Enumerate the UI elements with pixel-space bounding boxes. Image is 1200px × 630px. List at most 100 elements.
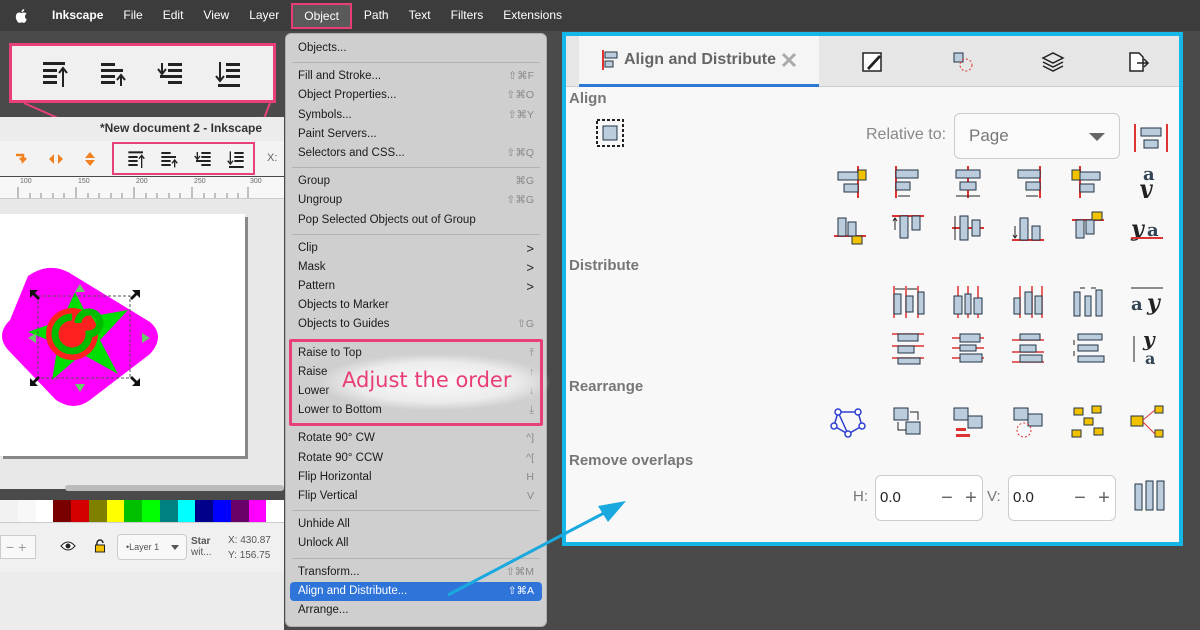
align-left-to-right-icon[interactable]: [1070, 164, 1106, 200]
menu-item-objects-to-guides[interactable]: Objects to Guides ⇧G: [286, 315, 546, 334]
distribute-gaps-vertically-icon[interactable]: [1070, 330, 1106, 366]
rotate-icon[interactable]: [13, 151, 29, 167]
palette-swatch[interactable]: [53, 500, 71, 522]
palette-swatch[interactable]: [71, 500, 89, 522]
distribute-baselines-horizontally-icon[interactable]: ay: [1129, 284, 1165, 320]
palette-swatch[interactable]: [142, 500, 160, 522]
menu-item-align-and-distribute[interactable]: Align and Distribute... ⇧⌘A: [290, 581, 542, 601]
eye-icon[interactable]: [60, 540, 76, 552]
menu-item-object-properties[interactable]: Object Properties... ⇧⌘O: [286, 86, 546, 105]
exchange-z-order-icon[interactable]: [950, 404, 986, 440]
menu-item-unlock-all[interactable]: Unlock All: [286, 534, 546, 553]
menu-item-objects-to-marker[interactable]: Objects to Marker: [286, 296, 546, 315]
align-bottom-to-top-icon[interactable]: [832, 210, 868, 246]
menu-item-pattern[interactable]: Pattern >: [286, 277, 546, 296]
layer-stepper[interactable]: − +: [0, 535, 36, 559]
v-gap-spinbox[interactable]: 0.0 − +: [1008, 475, 1116, 521]
remove-overlaps-icon[interactable]: [1132, 478, 1168, 514]
palette-swatch[interactable]: [159, 500, 178, 522]
palette-swatch[interactable]: [213, 500, 231, 522]
menu-item-unhide-all[interactable]: Unhide All: [286, 515, 546, 534]
align-right-edges-icon[interactable]: [1010, 164, 1046, 200]
close-icon[interactable]: [780, 51, 798, 69]
menu-item-selectors-and-css[interactable]: Selectors and CSS... ⇧⌘Q: [286, 144, 546, 163]
lock-icon[interactable]: [94, 539, 106, 553]
align-top-to-bottom-icon[interactable]: [1070, 210, 1106, 246]
align-baseline-horizontal-icon[interactable]: ya: [1129, 210, 1165, 246]
menu-item-fill-and-stroke[interactable]: Fill and Stroke... ⇧⌘F: [286, 67, 546, 86]
align-right-to-left-icon[interactable]: [832, 164, 868, 200]
align-baseline-vertical-icon[interactable]: ay: [1129, 162, 1165, 198]
menu-path[interactable]: Path: [354, 0, 399, 31]
menu-item-ungroup[interactable]: Ungroup ⇧⌘G: [286, 191, 546, 210]
tab-fill-stroke[interactable]: [828, 36, 918, 87]
relative-to-select[interactable]: Page: [954, 113, 1120, 159]
menu-extensions[interactable]: Extensions: [493, 0, 572, 31]
menu-item-flip-vertical[interactable]: Flip Vertical V: [286, 487, 546, 506]
unclump-icon[interactable]: [1129, 404, 1165, 440]
distribute-left-edges-icon[interactable]: [890, 284, 926, 320]
palette-swatch[interactable]: [17, 500, 36, 522]
palette-swatch[interactable]: [177, 500, 196, 522]
horizontal-scrollbar[interactable]: [65, 485, 284, 491]
menu-text[interactable]: Text: [399, 0, 441, 31]
palette-swatch[interactable]: [248, 500, 267, 522]
h-gap-spinbox[interactable]: 0.0 − +: [875, 475, 983, 521]
distribute-top-edges-icon[interactable]: [890, 330, 926, 366]
menu-item-symbols[interactable]: Symbols... ⇧⌘Y: [286, 106, 546, 125]
selected-artwork[interactable]: [0, 262, 170, 412]
menu-item-group[interactable]: Group ⌘G: [286, 172, 546, 191]
menu-item-objects[interactable]: Objects...: [286, 39, 546, 58]
menu-item-arrange[interactable]: Arrange...: [286, 601, 546, 620]
menu-item-pop-selected-objects-out-of-group[interactable]: Pop Selected Objects out of Group: [286, 211, 546, 230]
distribute-right-edges-icon[interactable]: [1010, 284, 1046, 320]
menu-object[interactable]: Object: [291, 2, 352, 29]
plus-icon[interactable]: +: [960, 476, 982, 520]
palette-swatch[interactable]: [124, 500, 142, 522]
palette-swatch[interactable]: [88, 500, 107, 522]
tab-transform[interactable]: [918, 36, 1008, 87]
lower-small-icon[interactable]: [193, 150, 215, 170]
plus-icon[interactable]: +: [1093, 476, 1115, 520]
palette-swatch[interactable]: [195, 500, 213, 522]
palette-swatch[interactable]: [0, 500, 18, 522]
distribute-baselines-vertically-icon[interactable]: ya: [1129, 330, 1165, 366]
center-on-vertical-axis-icon[interactable]: [950, 164, 986, 200]
exchange-clockwise-icon[interactable]: [1010, 404, 1046, 440]
minus-icon[interactable]: −: [936, 476, 958, 520]
align-center-on-vertical-icon[interactable]: [1133, 120, 1169, 156]
raise-small-icon[interactable]: [159, 150, 181, 170]
graph-rearrange-icon[interactable]: [830, 404, 866, 440]
flip-horizontal-icon[interactable]: [47, 151, 65, 167]
distribute-centers-horizontally-icon[interactable]: [950, 284, 986, 320]
randomize-positions-icon[interactable]: [1070, 404, 1106, 440]
menu-item-flip-horizontal[interactable]: Flip Horizontal H: [286, 468, 546, 487]
tab-export[interactable]: [1098, 36, 1178, 87]
exchange-positions-icon[interactable]: [890, 404, 926, 440]
align-bottom-edges-icon[interactable]: [1010, 210, 1046, 246]
center-on-horizontal-axis-icon[interactable]: [950, 210, 986, 246]
menu-item-paint-servers[interactable]: Paint Servers...: [286, 125, 546, 144]
palette-swatch[interactable]: [35, 500, 54, 522]
palette-swatch[interactable]: [266, 500, 284, 522]
distribute-bottom-edges-icon[interactable]: [1010, 330, 1046, 366]
layer-dropdown[interactable]: •Layer 1: [117, 534, 187, 560]
align-top-edges-icon[interactable]: [890, 210, 926, 246]
distribute-centers-vertically-icon[interactable]: [950, 330, 986, 366]
menu-item-transform[interactable]: Transform... ⇧⌘M: [286, 563, 546, 582]
menu-filters[interactable]: Filters: [441, 0, 494, 31]
tab-layers[interactable]: [1008, 36, 1098, 87]
lower-to-bottom-small-icon[interactable]: [226, 150, 248, 170]
palette-swatch[interactable]: [106, 500, 125, 522]
menu-item-clip[interactable]: Clip >: [286, 239, 546, 258]
treat-as-group-icon[interactable]: [593, 116, 627, 150]
raise-to-top-small-icon[interactable]: [126, 150, 148, 170]
menu-item-rotate-90-ccw[interactable]: Rotate 90° CCW ^[: [286, 449, 546, 468]
flip-vertical-icon[interactable]: [82, 151, 98, 167]
menu-item-rotate-90-cw[interactable]: Rotate 90° CW ^]: [286, 429, 546, 448]
distribute-gaps-horizontally-icon[interactable]: [1070, 284, 1106, 320]
align-left-edges-icon[interactable]: [890, 164, 926, 200]
menu-item-mask[interactable]: Mask >: [286, 258, 546, 277]
minus-icon[interactable]: −: [1069, 476, 1091, 520]
tab-align-distribute[interactable]: Align and Distribute: [579, 36, 819, 87]
